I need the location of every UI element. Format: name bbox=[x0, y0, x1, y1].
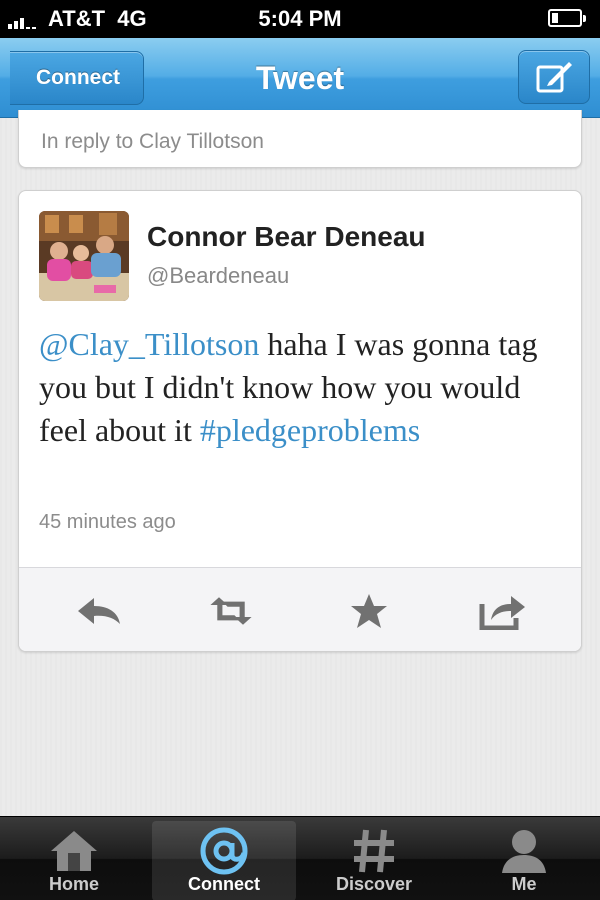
battery-icon bbox=[548, 9, 586, 27]
tab-connect-label: Connect bbox=[188, 874, 260, 894]
tab-discover[interactable]: Discover bbox=[302, 821, 446, 900]
home-icon bbox=[51, 831, 97, 871]
back-button-label: Connect bbox=[36, 66, 120, 89]
reply-icon bbox=[78, 598, 120, 624]
share-button[interactable] bbox=[479, 590, 527, 632]
reply-context-card[interactable]: In reply to Clay Tillotson bbox=[18, 110, 582, 168]
author-name[interactable]: Connor Bear Deneau bbox=[147, 221, 426, 253]
favorite-button[interactable] bbox=[345, 590, 393, 632]
share-icon bbox=[479, 596, 525, 630]
mention-link[interactable]: @Clay_Tillotson bbox=[39, 326, 259, 362]
author-handle[interactable]: @Beardeneau bbox=[147, 263, 289, 289]
navigation-bar: Tweet Connect bbox=[0, 38, 600, 118]
tab-me[interactable]: Me bbox=[452, 821, 596, 900]
tweet-timestamp: 45 minutes ago bbox=[39, 511, 176, 533]
reply-button[interactable] bbox=[75, 590, 123, 632]
reply-context-text: In reply to Clay Tillotson bbox=[41, 130, 264, 153]
tab-bar: Home Connect Discover Me bbox=[0, 816, 600, 900]
tab-home-label: Home bbox=[48, 874, 99, 894]
compose-button[interactable] bbox=[518, 50, 590, 104]
back-button[interactable]: Connect bbox=[10, 51, 144, 105]
person-icon bbox=[502, 830, 546, 873]
tab-me-label: Me bbox=[511, 874, 537, 894]
hash-icon bbox=[354, 829, 394, 873]
avatar-photo bbox=[39, 211, 129, 301]
status-bar: AT&T 4G 5:04 PM bbox=[0, 0, 600, 38]
hashtag-link[interactable]: #pledgeproblems bbox=[200, 412, 420, 448]
retweet-button[interactable] bbox=[207, 590, 255, 632]
tab-home[interactable]: Home bbox=[2, 821, 146, 900]
favorite-icon bbox=[351, 594, 387, 628]
tab-connect[interactable]: Connect bbox=[152, 821, 296, 900]
tweet-actions-bar bbox=[19, 567, 581, 651]
at-icon bbox=[200, 827, 248, 875]
status-time: 5:04 PM bbox=[258, 6, 342, 31]
tweet-text: @Clay_Tillotson haha I was gonna tag you… bbox=[39, 323, 569, 452]
tab-discover-label: Discover bbox=[335, 874, 413, 894]
retweet-icon bbox=[210, 597, 252, 625]
tweet-card: Connor Bear Deneau @Beardeneau @Clay_Til… bbox=[18, 190, 582, 652]
compose-icon bbox=[536, 62, 572, 93]
avatar[interactable] bbox=[39, 211, 129, 301]
